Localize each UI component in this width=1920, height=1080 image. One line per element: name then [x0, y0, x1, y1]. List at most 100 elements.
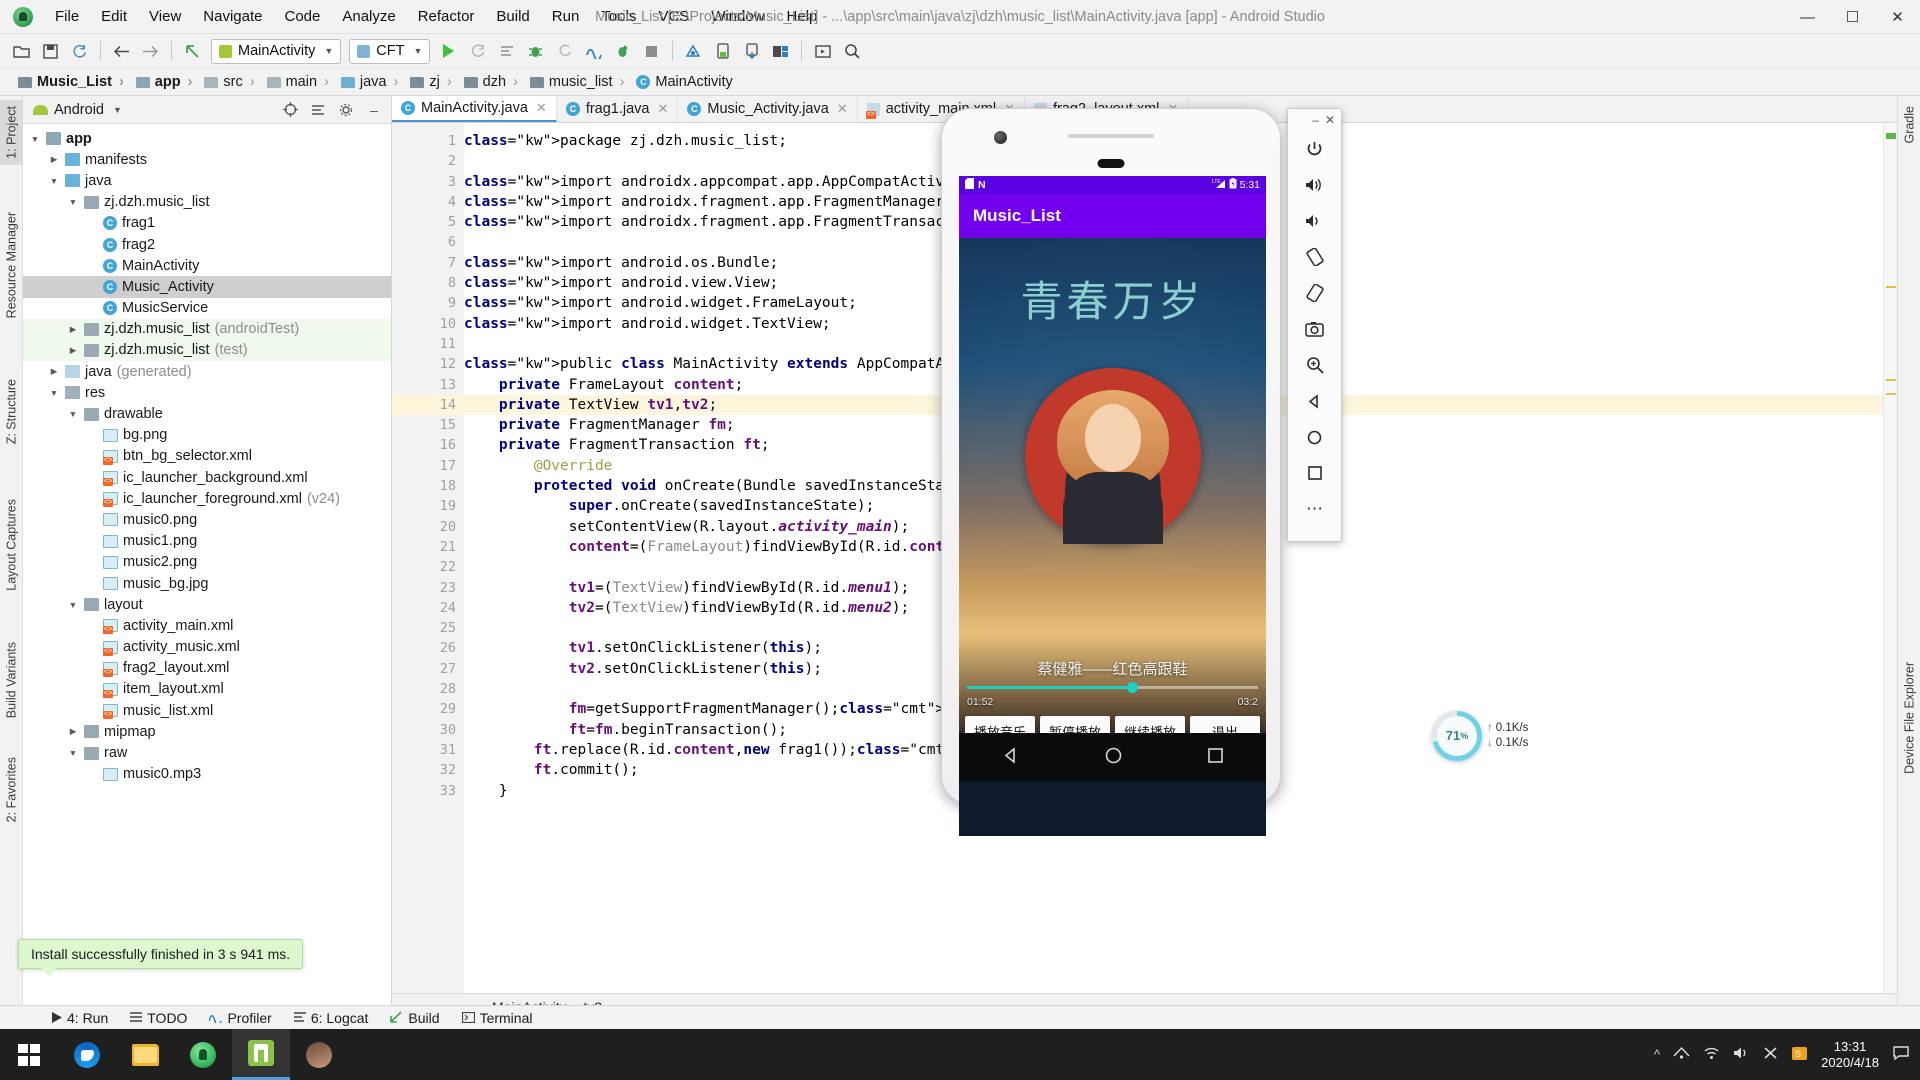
volume-down-icon[interactable] [1295, 203, 1335, 239]
run-icon[interactable] [435, 38, 462, 64]
line-number[interactable]: 19 [392, 496, 464, 516]
tool-window-terminal[interactable]: Terminal [462, 1010, 533, 1026]
line-number[interactable]: 3 [392, 172, 464, 192]
line-number[interactable]: 1 [392, 131, 464, 151]
expand-arrow-icon[interactable]: ▼ [29, 134, 41, 144]
network-icon[interactable] [1673, 1046, 1690, 1063]
tree-node[interactable]: ic_launcher_background.xml [23, 467, 391, 488]
seek-knob[interactable] [1127, 682, 1138, 693]
seek-bar[interactable] [967, 686, 1258, 689]
run-configuration-selector[interactable]: MainActivity ▼ [211, 39, 341, 64]
windows-start-icon[interactable] [0, 1029, 58, 1080]
line-number[interactable]: 14 [392, 395, 464, 415]
pause-button[interactable]: 暂停播放 [1040, 716, 1110, 733]
line-number[interactable]: 32 [392, 760, 464, 780]
tree-node[interactable]: music0.mp3 [23, 764, 391, 785]
project-view-selector[interactable]: Android [54, 102, 104, 118]
power-icon[interactable] [1295, 131, 1335, 167]
expand-arrow-icon[interactable]: ▼ [67, 748, 79, 758]
tree-node[interactable]: ▼drawable [23, 403, 391, 424]
network-speed-widget[interactable]: 71% ↑0.1K/s ↓0.1K/s [1432, 708, 1557, 763]
line-number[interactable]: 27 [392, 659, 464, 679]
notification-balloon[interactable]: Install successfully finished in 3 s 941… [18, 939, 303, 969]
tree-node[interactable]: CMusicService [23, 298, 391, 319]
target-icon[interactable] [279, 100, 301, 120]
tool-tab-favorites[interactable]: 2: Favorites [0, 751, 23, 828]
close-x-icon[interactable] [1763, 1046, 1778, 1063]
expand-arrow-icon[interactable]: ▶ [48, 366, 60, 377]
volume-icon[interactable] [1733, 1046, 1750, 1063]
expand-arrow-icon[interactable]: ▼ [67, 409, 79, 419]
tray-app-icon[interactable]: S [1791, 1046, 1808, 1064]
exit-button[interactable]: 退出 [1190, 716, 1260, 733]
maximize-button[interactable]: ☐ [1830, 0, 1875, 34]
tool-window-run[interactable]: 4: Run [52, 1010, 108, 1026]
expand-arrow-icon[interactable]: ▶ [67, 726, 79, 737]
menu-code[interactable]: Code [273, 4, 331, 29]
rerun-icon[interactable] [464, 38, 491, 64]
line-number[interactable]: 2 [392, 151, 464, 171]
tree-node[interactable]: activity_music.xml [23, 637, 391, 658]
tool-tab-device-file-explorer[interactable]: Device File Explorer [1898, 656, 1920, 780]
breadcrumb-item-mainactivity[interactable]: C MainActivity [632, 72, 736, 92]
bug-run-icon[interactable] [609, 38, 636, 64]
tree-node[interactable]: ▶zj.dzh.music_list(test) [23, 340, 391, 361]
emulator-screen[interactable]: N LTE 5:31 Music_List 青春万岁 [959, 176, 1266, 836]
project-tree[interactable]: ▼app▶manifests▼java▼zj.dzh.music_listCfr… [23, 124, 391, 1019]
breadcrumb-item-project[interactable]: Music_List › [14, 72, 130, 92]
line-number[interactable]: 5 [392, 212, 464, 232]
tree-node[interactable]: music0.png [23, 509, 391, 530]
tree-node[interactable]: music1.png [23, 531, 391, 552]
tool-window-todo[interactable]: TODO [130, 1010, 187, 1026]
tool-tab-build-variants[interactable]: Build Variants [0, 636, 23, 724]
android-studio-icon[interactable] [174, 1029, 232, 1080]
line-number[interactable]: 26 [392, 638, 464, 658]
editor-tab[interactable]: Cfrag1.java✕ [557, 96, 679, 122]
line-number[interactable]: 22 [392, 557, 464, 577]
tree-node[interactable]: bg.png [23, 425, 391, 446]
breadcrumb-item-zj[interactable]: zj › [406, 72, 457, 92]
tree-node[interactable]: CMainActivity [23, 255, 391, 276]
editor-tab[interactable]: CMusic_Activity.java✕ [678, 96, 857, 122]
tree-node[interactable]: CMusic_Activity [23, 276, 391, 297]
screenshot-icon[interactable] [1295, 311, 1335, 347]
tree-node[interactable]: ▶zj.dzh.music_list(androidTest) [23, 319, 391, 340]
expand-arrow-icon[interactable]: ▶ [67, 345, 79, 356]
tool-tab-layout-captures[interactable]: Layout Captures [0, 493, 23, 597]
tree-node[interactable]: ▶manifests [23, 149, 391, 170]
collapse-all-icon[interactable] [307, 100, 329, 120]
debug-icon[interactable] [522, 38, 549, 64]
tree-node[interactable]: ▼layout [23, 594, 391, 615]
notification-icon[interactable] [1892, 1045, 1910, 1064]
avd-manager-icon[interactable] [709, 38, 736, 64]
line-number[interactable]: 23 [392, 578, 464, 598]
line-number[interactable]: 29 [392, 699, 464, 719]
device-explorer-icon[interactable] [809, 38, 836, 64]
line-number[interactable]: 16 [392, 435, 464, 455]
tree-node[interactable]: ▶mipmap [23, 721, 391, 742]
profiler-icon[interactable] [580, 38, 607, 64]
browser-icon[interactable] [58, 1029, 116, 1080]
back-icon[interactable] [1295, 383, 1335, 419]
volume-up-icon[interactable] [1295, 167, 1335, 203]
tree-node[interactable]: ic_launcher_foreground.xml(v24) [23, 488, 391, 509]
chevron-down-icon[interactable]: ▼ [113, 105, 122, 115]
taskbar-clock[interactable]: 13:31 2020/4/18 [1821, 1039, 1879, 1071]
open-folder-icon[interactable] [8, 38, 35, 64]
expand-arrow-icon[interactable]: ▶ [48, 154, 60, 165]
line-number-gutter[interactable]: 1234567891011121314151617181920212223242… [392, 123, 464, 993]
emulator-toolbar-close[interactable]: ✕ [1325, 113, 1335, 127]
search-icon[interactable] [838, 38, 865, 64]
menu-run[interactable]: Run [541, 4, 591, 29]
tool-tab-resource-manager[interactable]: Resource Manager [0, 206, 23, 324]
apply-changes-icon[interactable] [493, 38, 520, 64]
line-number[interactable]: 6 [392, 232, 464, 252]
tree-node[interactable]: Cfrag2 [23, 234, 391, 255]
menu-view[interactable]: View [138, 4, 192, 29]
overview-icon[interactable] [1295, 455, 1335, 491]
sdk-manager-icon[interactable] [680, 38, 707, 64]
tool-tab-gradle[interactable]: Gradle [1898, 100, 1920, 150]
more-icon[interactable]: ⋯ [1295, 491, 1335, 527]
wifi-icon[interactable] [1703, 1046, 1720, 1063]
forward-arrow-icon[interactable] [137, 38, 164, 64]
